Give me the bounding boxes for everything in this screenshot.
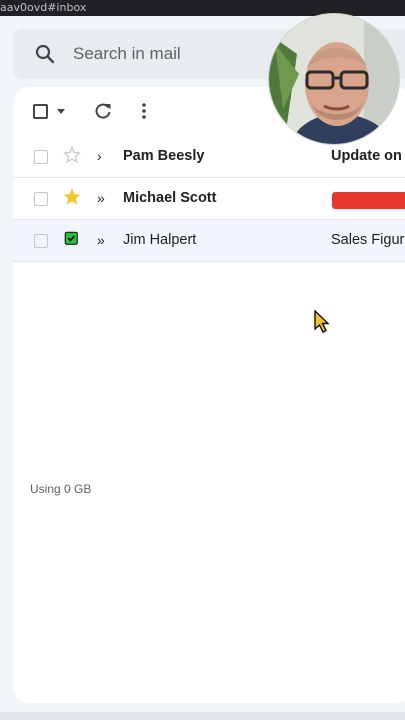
email-subject: Sales Figur <box>331 232 405 248</box>
email-row[interactable]: » Jim Halpert Sales Figur <box>13 220 405 262</box>
row-checkbox[interactable] <box>34 192 48 206</box>
email-row[interactable]: » Michael Scott <box>13 178 405 220</box>
inbox-panel: › Pam Beesly Update on » Michael Scott »… <box>13 87 405 703</box>
row-checkbox[interactable] <box>34 150 48 164</box>
storage-usage: Using 0 GB <box>30 482 92 496</box>
select-all-checkbox[interactable] <box>33 104 48 119</box>
more-vert-icon[interactable] <box>139 101 149 121</box>
star-outline-icon[interactable] <box>63 146 81 164</box>
chevron-down-icon[interactable] <box>57 109 65 114</box>
bottom-strip <box>0 712 405 720</box>
email-list: › Pam Beesly Update on » Michael Scott »… <box>13 136 405 262</box>
refresh-icon[interactable] <box>93 101 113 121</box>
email-sender: Jim Halpert <box>123 232 197 248</box>
webcam-overlay <box>268 13 400 145</box>
red-label-tag <box>332 192 405 209</box>
green-check-icon[interactable] <box>63 230 81 248</box>
email-sender: Michael Scott <box>123 190 217 206</box>
importance-marker-icon[interactable]: » <box>97 232 105 248</box>
presenter-video-icon <box>269 14 399 144</box>
row-checkbox[interactable] <box>34 234 48 248</box>
search-icon[interactable] <box>33 42 57 66</box>
importance-marker-icon[interactable]: › <box>97 148 102 164</box>
email-subject: Update on <box>331 148 402 164</box>
mouse-cursor-icon <box>314 310 330 333</box>
email-sender: Pam Beesly <box>123 148 205 164</box>
star-filled-icon[interactable] <box>63 188 81 206</box>
importance-marker-icon[interactable]: » <box>97 190 105 206</box>
